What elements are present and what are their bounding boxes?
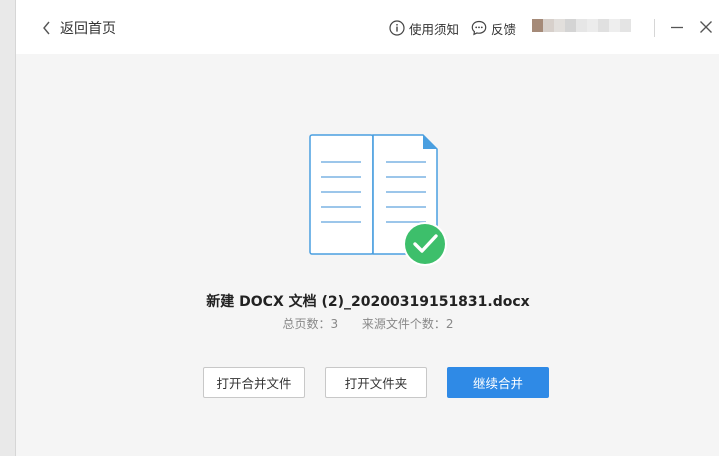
avatar-block [609, 19, 620, 32]
app-window: 返回首页 使用须知 反馈 新建 DOCX 文档 (2)_202003191518… [15, 0, 719, 456]
open-merged-file-button[interactable]: 打开合并文件 [203, 367, 305, 398]
back-button[interactable]: 返回首页 [42, 16, 116, 40]
avatar-block [587, 19, 598, 32]
minimize-icon[interactable] [668, 18, 686, 36]
avatar-block [565, 19, 576, 32]
merged-file-name: 新建 DOCX 文档 (2)_20200319151831.docx [206, 294, 530, 310]
source-file-count: 来源文件个数：2 [361, 317, 454, 331]
info-icon [389, 20, 405, 36]
file-meta: 总页数：3 来源文件个数：2 [16, 315, 719, 332]
usage-notice-label: 使用须知 [409, 21, 460, 37]
open-folder-button[interactable]: 打开文件夹 [325, 367, 427, 398]
avatar-block [554, 19, 565, 32]
chat-icon [471, 20, 487, 36]
avatar-block [576, 19, 587, 32]
total-pages: 总页数：3 [282, 317, 339, 331]
avatar-block [598, 19, 609, 32]
avatar-block [543, 19, 554, 32]
feedback-button[interactable]: 反馈 [471, 18, 516, 38]
back-label: 返回首页 [60, 21, 116, 37]
document-icon [309, 134, 447, 266]
chevron-left-icon [43, 21, 50, 35]
usage-notice-button[interactable]: 使用须知 [389, 18, 459, 38]
title-bar: 返回首页 使用须知 反馈 [16, 0, 719, 54]
check-icon [403, 222, 447, 266]
user-avatar[interactable] [532, 19, 631, 32]
avatar-block [620, 19, 631, 32]
avatar-block [532, 19, 543, 32]
feedback-label: 反馈 [491, 21, 517, 37]
titlebar-divider [654, 19, 655, 37]
close-icon[interactable] [697, 18, 715, 36]
continue-merge-button[interactable]: 继续合并 [447, 367, 549, 398]
